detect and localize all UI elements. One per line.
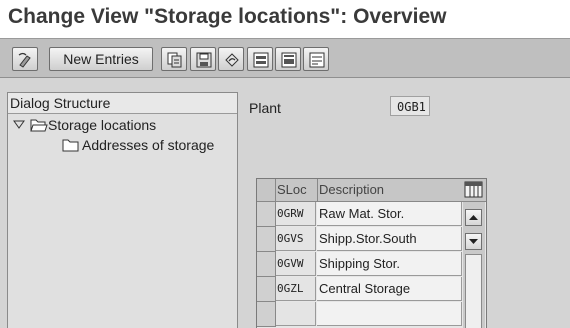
main-content: Plant 0GB1 SLoc Description 0GRW Raw Mat… <box>244 92 570 328</box>
application-toolbar: New Entries <box>0 38 570 78</box>
table-row[interactable]: 0GVW Shipping Stor. <box>257 252 486 277</box>
sloc-cell: 0GZL <box>276 277 316 301</box>
scroll-up-button[interactable] <box>465 209 482 226</box>
row-selector[interactable] <box>257 202 276 227</box>
dialog-structure-panel: Dialog Structure Storage locations Addre… <box>7 92 238 328</box>
scroll-down-button[interactable] <box>465 233 482 250</box>
undo-button[interactable] <box>218 47 244 71</box>
select-all-rows-header[interactable] <box>257 179 276 201</box>
copy-button[interactable] <box>161 47 187 71</box>
display-change-icon <box>18 52 31 68</box>
select-block-icon <box>281 52 297 68</box>
table-header: SLoc Description <box>257 179 486 202</box>
sloc-cell: 0GVW <box>276 252 316 276</box>
tree-item-label: Addresses of storage <box>82 137 215 153</box>
row-selector[interactable] <box>257 252 276 277</box>
sloc-cell <box>276 302 316 326</box>
table-row[interactable]: 0GVS Shipp.Stor.South <box>257 227 486 252</box>
column-header-sloc[interactable]: SLoc <box>277 179 318 201</box>
expand-triangle-icon[interactable] <box>12 118 26 132</box>
tree-item-label: Storage locations <box>48 117 157 133</box>
description-cell[interactable]: Raw Mat. Stor. <box>317 202 462 226</box>
scroll-track[interactable] <box>465 254 482 328</box>
table-row[interactable]: 0GRW Raw Mat. Stor. <box>257 202 486 227</box>
storage-locations-table: SLoc Description 0GRW Raw Mat. Stor. 0GV… <box>256 178 487 328</box>
save-icon <box>196 52 212 68</box>
dialog-structure-header: Dialog Structure <box>8 93 237 114</box>
copy-icon <box>167 52 182 68</box>
arrow-up-icon <box>469 215 478 220</box>
deselect-all-button[interactable] <box>303 47 329 71</box>
description-cell[interactable]: Shipp.Stor.South <box>317 227 462 251</box>
new-entries-button[interactable]: New Entries <box>49 47 153 71</box>
plant-field: 0GB1 <box>390 96 430 116</box>
deselect-all-icon <box>309 52 325 68</box>
save-button[interactable] <box>190 47 216 71</box>
description-cell[interactable]: Shipping Stor. <box>317 252 462 276</box>
select-all-button[interactable] <box>247 47 273 71</box>
undo-icon <box>225 53 239 67</box>
column-header-description[interactable]: Description <box>319 179 461 201</box>
arrow-down-icon <box>469 239 478 244</box>
row-selector[interactable] <box>257 227 276 252</box>
plant-label: Plant <box>249 100 281 116</box>
description-cell[interactable]: Central Storage <box>317 277 462 301</box>
row-selector[interactable] <box>257 277 276 302</box>
table-settings-icon[interactable] <box>464 181 484 199</box>
title-bar: Change View "Storage locations": Overvie… <box>0 0 570 38</box>
sloc-cell: 0GRW <box>276 202 316 226</box>
sloc-cell: 0GVS <box>276 227 316 251</box>
table-row[interactable] <box>257 302 486 327</box>
page-title: Change View "Storage locations": Overvie… <box>8 5 447 28</box>
select-block-button[interactable] <box>275 47 301 71</box>
row-selector[interactable] <box>257 302 276 327</box>
select-all-icon <box>253 52 269 68</box>
folder-icon <box>62 139 79 152</box>
table-row[interactable]: 0GZL Central Storage <box>257 277 486 302</box>
display-change-button[interactable] <box>12 47 38 71</box>
open-folder-icon <box>30 119 48 132</box>
description-cell[interactable] <box>317 302 462 326</box>
table-vertical-scrollbar[interactable] <box>463 202 485 328</box>
